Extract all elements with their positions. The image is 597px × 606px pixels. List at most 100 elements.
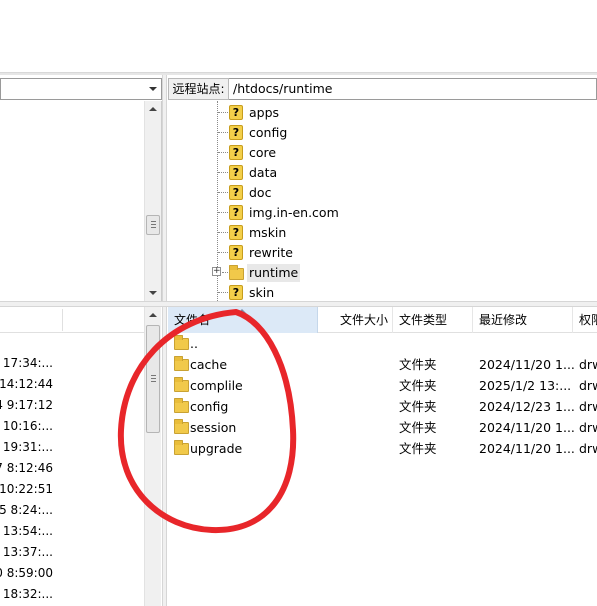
file-perms: drw [579, 357, 597, 372]
table-row[interactable]: complile 文件夹 2025/1/2 13:... drw [168, 375, 597, 396]
list-item[interactable]: 1 17:34:... [0, 353, 145, 374]
file-type: 文件夹 [399, 378, 437, 393]
list-item[interactable]: 4 13:54:... [0, 521, 145, 542]
tree-item-label: doc [249, 185, 272, 200]
file-perms: drw [579, 441, 597, 456]
remote-path-input[interactable]: /htdocs/runtime [229, 78, 597, 100]
file-perms: drw [579, 378, 597, 393]
toolbar-area [0, 0, 597, 72]
file-modified: 2024/11/20 1... [479, 441, 575, 456]
table-row[interactable]: config 文件夹 2024/12/23 1... drw [168, 396, 597, 417]
remote-site-label: 远程站点: [168, 78, 229, 100]
tree-item-label: data [249, 165, 278, 180]
top-divider [0, 72, 597, 75]
file-modified: 2024/11/20 1... [479, 357, 575, 372]
file-perms: drw [579, 399, 597, 414]
unknown-folder-icon: ? [229, 145, 243, 160]
folder-icon [229, 265, 244, 280]
unknown-folder-icon: ? [229, 105, 243, 120]
column-header-type[interactable]: 文件类型 [393, 307, 473, 333]
list-item[interactable]: 0 8:59:00 [0, 563, 145, 584]
scroll-thumb[interactable] [146, 215, 160, 235]
local-list-scrollbar[interactable] [144, 307, 161, 606]
tree-item-apps[interactable]: ? apps [168, 103, 597, 123]
file-modified: 2024/12/23 1... [479, 399, 575, 414]
folder-icon [174, 335, 189, 350]
tree-item-label: mskin [249, 225, 287, 240]
unknown-folder-icon: ? [229, 165, 243, 180]
local-tree[interactable] [0, 101, 162, 301]
tree-item-data[interactable]: ? data [168, 163, 597, 183]
chevron-down-icon[interactable] [149, 87, 157, 91]
local-path-combo[interactable] [0, 78, 162, 100]
tree-item-core[interactable]: ? core [168, 143, 597, 163]
tree-item-label: runtime [247, 264, 301, 282]
unknown-folder-icon: ? [229, 285, 243, 300]
tree-item-label: rewrite [249, 245, 293, 260]
vertical-splitter[interactable] [162, 75, 167, 606]
list-item[interactable]: 25 8:24:... [0, 500, 145, 521]
tree-item-label: skin [249, 285, 275, 300]
column-divider[interactable] [62, 309, 63, 331]
table-row[interactable]: cache 文件夹 2024/11/20 1... drw [168, 354, 597, 375]
list-item[interactable]: 0 18:32:... [0, 584, 145, 605]
column-header-size[interactable]: 文件大小 [318, 307, 393, 333]
local-file-list[interactable]: 1 17:34:... 14:12:44 4 9:17:12 4 10:16:.… [0, 333, 145, 606]
tree-item-label: config [249, 125, 288, 140]
list-item[interactable]: 14:12:44 [0, 374, 145, 395]
file-list-header[interactable]: 文件名 文件大小 文件类型 最近修改 权限 [168, 307, 597, 333]
list-item[interactable]: 7 8:12:46 [0, 458, 145, 479]
file-name: .. [190, 336, 198, 351]
file-type: 文件夹 [399, 399, 437, 414]
folder-icon [174, 377, 189, 392]
scroll-up-icon[interactable] [149, 107, 157, 111]
tree-item-img-in-en[interactable]: ? img.in-en.com [168, 203, 597, 223]
folder-icon [174, 356, 189, 371]
sort-ascending-icon [238, 309, 246, 313]
scroll-down-icon[interactable] [149, 291, 157, 295]
unknown-folder-icon: ? [229, 225, 243, 240]
tree-item-rewrite[interactable]: ? rewrite [168, 243, 597, 263]
file-type: 文件夹 [399, 420, 437, 435]
folder-icon [174, 440, 189, 455]
unknown-folder-icon: ? [229, 205, 243, 220]
column-header-modified[interactable]: 最近修改 [473, 307, 573, 333]
file-type: 文件夹 [399, 441, 437, 456]
local-list-header[interactable] [0, 307, 145, 333]
folder-icon [174, 419, 189, 434]
list-item[interactable]: 4 10:16:... [0, 416, 145, 437]
table-row[interactable]: session 文件夹 2024/11/20 1... drw [168, 417, 597, 438]
list-item[interactable]: 4 19:31:... [0, 437, 145, 458]
list-item[interactable]: 10:22:51 [0, 479, 145, 500]
scroll-up-icon[interactable] [149, 313, 157, 317]
file-modified: 2024/11/20 1... [479, 420, 575, 435]
tree-item-doc[interactable]: ? doc [168, 183, 597, 203]
tree-item-mskin[interactable]: ? mskin [168, 223, 597, 243]
table-row[interactable]: upgrade 文件夹 2024/11/20 1... drw [168, 438, 597, 459]
expand-icon[interactable]: + [212, 267, 221, 276]
unknown-folder-icon: ? [229, 185, 243, 200]
tree-item-runtime[interactable]: runtime [168, 263, 597, 283]
local-tree-scrollbar[interactable] [144, 101, 161, 301]
unknown-folder-icon: ? [229, 125, 243, 140]
list-item[interactable]: 0 13:37:... [0, 542, 145, 563]
file-modified: 2025/1/2 13:... [479, 378, 572, 393]
file-name: cache [190, 357, 228, 372]
table-row[interactable]: .. [168, 333, 597, 354]
tree-item-label: img.in-en.com [249, 205, 339, 220]
scroll-thumb[interactable] [146, 325, 160, 433]
tree-item-label: core [249, 145, 277, 160]
file-name: upgrade [190, 441, 243, 456]
tree-item-skin[interactable]: ? skin [168, 283, 597, 301]
tree-item-label: apps [249, 105, 280, 120]
remote-file-list[interactable]: .. cache 文件夹 2024/11/20 1... drw complil… [168, 333, 597, 606]
folder-icon [174, 398, 189, 413]
list-item[interactable]: 4 9:17:12 [0, 395, 145, 416]
unknown-folder-icon: ? [229, 245, 243, 260]
tree-item-config[interactable]: ? config [168, 123, 597, 143]
remote-tree[interactable]: ? apps ? config ? core ? data ? doc ? im… [168, 101, 597, 301]
file-name: session [190, 420, 237, 435]
file-type: 文件夹 [399, 357, 437, 372]
column-header-name[interactable]: 文件名 [168, 307, 318, 333]
column-header-perms[interactable]: 权限 [573, 307, 597, 333]
